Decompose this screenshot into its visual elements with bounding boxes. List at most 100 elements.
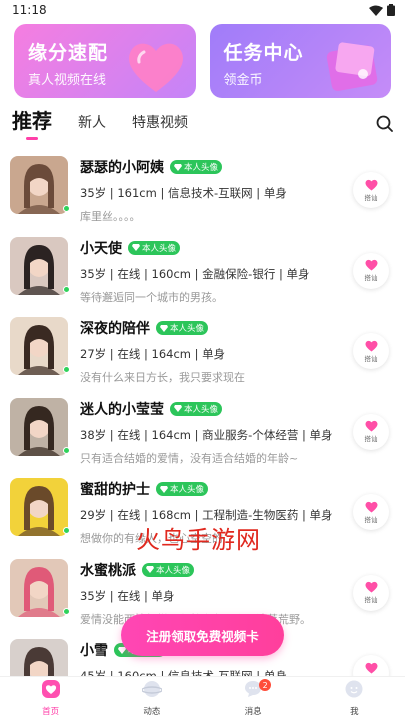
nav-item-message[interactable]: 消息 2 xyxy=(203,677,304,720)
heart-icon xyxy=(364,501,378,512)
avatar[interactable] xyxy=(10,317,68,375)
avatar-wrap xyxy=(10,236,70,295)
user-meta: 38岁 | 在线 | 164cm | 商业服务-个体经营 | 单身 xyxy=(80,427,333,442)
user-meta: 29岁 | 在线 | 168cm | 工程制造-生物医药 | 单身 xyxy=(80,508,333,522)
greet-label: 搭讪 xyxy=(364,515,378,524)
online-status-dot xyxy=(63,205,70,212)
tab-bar: 推荐 新人 特惠视频 xyxy=(0,98,405,142)
user-info: 迷人的小莹莹 本人头像 38岁 | 在线 | 164cm | 商业服务-个体经营 |… xyxy=(80,398,395,466)
nav-label: 首页 xyxy=(42,707,60,717)
name-line: 蜜甜的护士 本人头像 xyxy=(80,479,395,499)
avatar-wrap xyxy=(10,156,70,214)
tab-recommend[interactable]: 推荐 xyxy=(12,105,52,142)
nav-label: 我 xyxy=(350,707,359,717)
verified-avatar-label: 本人头像 xyxy=(156,565,191,576)
diamond-icon xyxy=(160,324,168,332)
user-info: 小天使 本人头像 35岁 | 在线 | 160cm | 金融保险-银行 | 单身 等待… xyxy=(80,237,395,305)
avatar[interactable] xyxy=(10,397,68,456)
diamond-icon xyxy=(174,163,182,171)
nav-item-home[interactable]: 首页 xyxy=(0,677,101,720)
user-info: 蜜甜的护士 本人头像 29岁 | 在线 | 168cm | 工程制造-生物医药 | … xyxy=(80,478,395,546)
verified-avatar-badge: 本人头像 xyxy=(156,321,209,335)
heart-icon xyxy=(364,259,378,271)
greet-button[interactable]: 搭讪 xyxy=(353,333,389,369)
verified-avatar-badge: 本人头像 xyxy=(170,401,223,416)
user-list-item[interactable]: 小天使 本人头像 35岁 | 在线 | 160cm | 金融保险-银行 | 单身 等待… xyxy=(0,229,405,310)
planet-icon xyxy=(141,679,163,703)
greet-label: 搭讪 xyxy=(364,193,378,202)
avatar-wrap xyxy=(10,397,70,456)
heart-icon xyxy=(364,420,378,432)
user-name: 水蜜桃派 xyxy=(80,562,136,579)
diamond-icon xyxy=(174,405,182,412)
greet-label: 搭讪 xyxy=(364,596,378,604)
banner-row: 缘分速配 真人视频在线 任务中心 领金币 xyxy=(0,20,405,98)
greet-button[interactable]: 搭讪 xyxy=(353,172,389,208)
user-list-item[interactable]: 迷人的小莹莹 本人头像 38岁 | 在线 | 164cm | 商业服务-个体经营 |… xyxy=(0,390,405,471)
search-icon[interactable] xyxy=(376,115,393,132)
greet-label: 搭讪 xyxy=(364,274,378,282)
verified-avatar-badge: 本人头像 xyxy=(128,240,181,255)
greet-label: 搭讪 xyxy=(364,354,378,363)
nav-label: 动态 xyxy=(143,707,161,717)
name-line: 深夜的陪伴 本人头像 xyxy=(80,318,395,338)
tab-new[interactable]: 新人 xyxy=(78,112,106,142)
user-name: 小天使 xyxy=(80,240,122,257)
heart-icon xyxy=(128,43,183,92)
match-banner[interactable]: 缘分速配 真人视频在线 xyxy=(14,24,196,98)
verified-avatar-label: 本人头像 xyxy=(170,485,205,495)
nav-item-profile[interactable]: 我 xyxy=(304,677,405,720)
user-list-item[interactable]: 瑟瑟的小阿姨 本人头像 35岁 | 161cm | 信息技术-互联网 | 单身 库里丝… xyxy=(0,148,405,229)
nav-label: 消息 xyxy=(244,707,262,717)
user-name: 深夜的陪伴 xyxy=(80,321,150,337)
user-info: 瑟瑟的小阿姨 本人头像 35岁 | 161cm | 信息技术-互联网 | 单身 库里丝… xyxy=(80,156,395,224)
user-meta: 35岁 | 在线 | 160cm | 金融保险-银行 | 单身 xyxy=(80,266,310,281)
verified-avatar-badge: 本人头像 xyxy=(142,562,195,577)
avatar-wrap xyxy=(10,478,70,536)
greet-button[interactable]: 搭讪 xyxy=(353,413,389,450)
verified-avatar-label: 本人头像 xyxy=(184,163,219,173)
battery-icon xyxy=(387,4,395,16)
user-bio: 没有什么来日方长，我只要求现在 xyxy=(80,371,245,384)
name-line: 水蜜桃派 本人头像 xyxy=(80,560,395,580)
tab-special-video[interactable]: 特惠视频 xyxy=(132,112,188,142)
name-line: 迷人的小莹莹 本人头像 xyxy=(80,399,395,419)
name-line: 小天使 本人头像 xyxy=(80,238,395,258)
name-line: 瑟瑟的小阿姨 本人头像 xyxy=(80,157,395,177)
diamond-icon xyxy=(132,244,140,251)
greet-button[interactable]: 搭讪 xyxy=(353,252,389,289)
diamond-icon xyxy=(160,485,168,493)
user-info: 深夜的陪伴 本人头像 27岁 | 在线 | 164cm | 单身没有什么来日方长，我… xyxy=(80,317,395,385)
register-free-video-card-button[interactable]: 注册领取免费视频卡 xyxy=(121,614,284,656)
profile-icon xyxy=(344,679,364,703)
greet-label: 搭讪 xyxy=(364,435,378,443)
user-name: 瑟瑟的小阿姨 xyxy=(80,160,164,176)
avatar[interactable] xyxy=(10,236,68,295)
user-name: 迷人的小莹莹 xyxy=(80,401,164,418)
avatar-wrap xyxy=(10,317,70,375)
nav-item-planet[interactable]: 动态 xyxy=(101,677,202,720)
verified-avatar-label: 本人头像 xyxy=(184,404,219,415)
avatar[interactable] xyxy=(10,478,68,536)
wifi-icon xyxy=(369,5,383,16)
online-status-dot xyxy=(63,607,70,615)
avatar[interactable] xyxy=(10,156,68,214)
heart-icon xyxy=(364,179,378,190)
user-name: 小雪 xyxy=(80,643,108,659)
user-meta: 35岁 | 在线 | 单身 xyxy=(80,588,175,603)
online-status-dot xyxy=(63,527,70,534)
user-list-item[interactable]: 蜜甜的护士 本人头像 29岁 | 在线 | 168cm | 工程制造-生物医药 | … xyxy=(0,470,405,551)
avatar[interactable] xyxy=(10,558,68,617)
user-bio: 想做你的有缘人，也心空空的 xyxy=(80,532,223,545)
user-bio: 等待邂逅同一个城市的男孩。 xyxy=(80,290,223,304)
task-center-banner[interactable]: 任务中心 领金币 xyxy=(209,24,391,98)
diamond-icon xyxy=(146,566,154,573)
greet-button[interactable]: 搭讪 xyxy=(353,574,389,611)
user-list-item[interactable]: 深夜的陪伴 本人头像 27岁 | 在线 | 164cm | 单身没有什么来日方长，我… xyxy=(0,309,405,390)
verified-avatar-badge: 本人头像 xyxy=(170,160,223,174)
online-status-dot xyxy=(63,285,70,293)
user-bio: 只有适合结婚的爱情，没有适合结婚的年龄~ xyxy=(80,451,299,465)
user-meta: 27岁 | 在线 | 164cm | 单身 xyxy=(80,347,226,361)
greet-button[interactable]: 搭讪 xyxy=(353,494,389,530)
heart-icon xyxy=(364,340,378,351)
